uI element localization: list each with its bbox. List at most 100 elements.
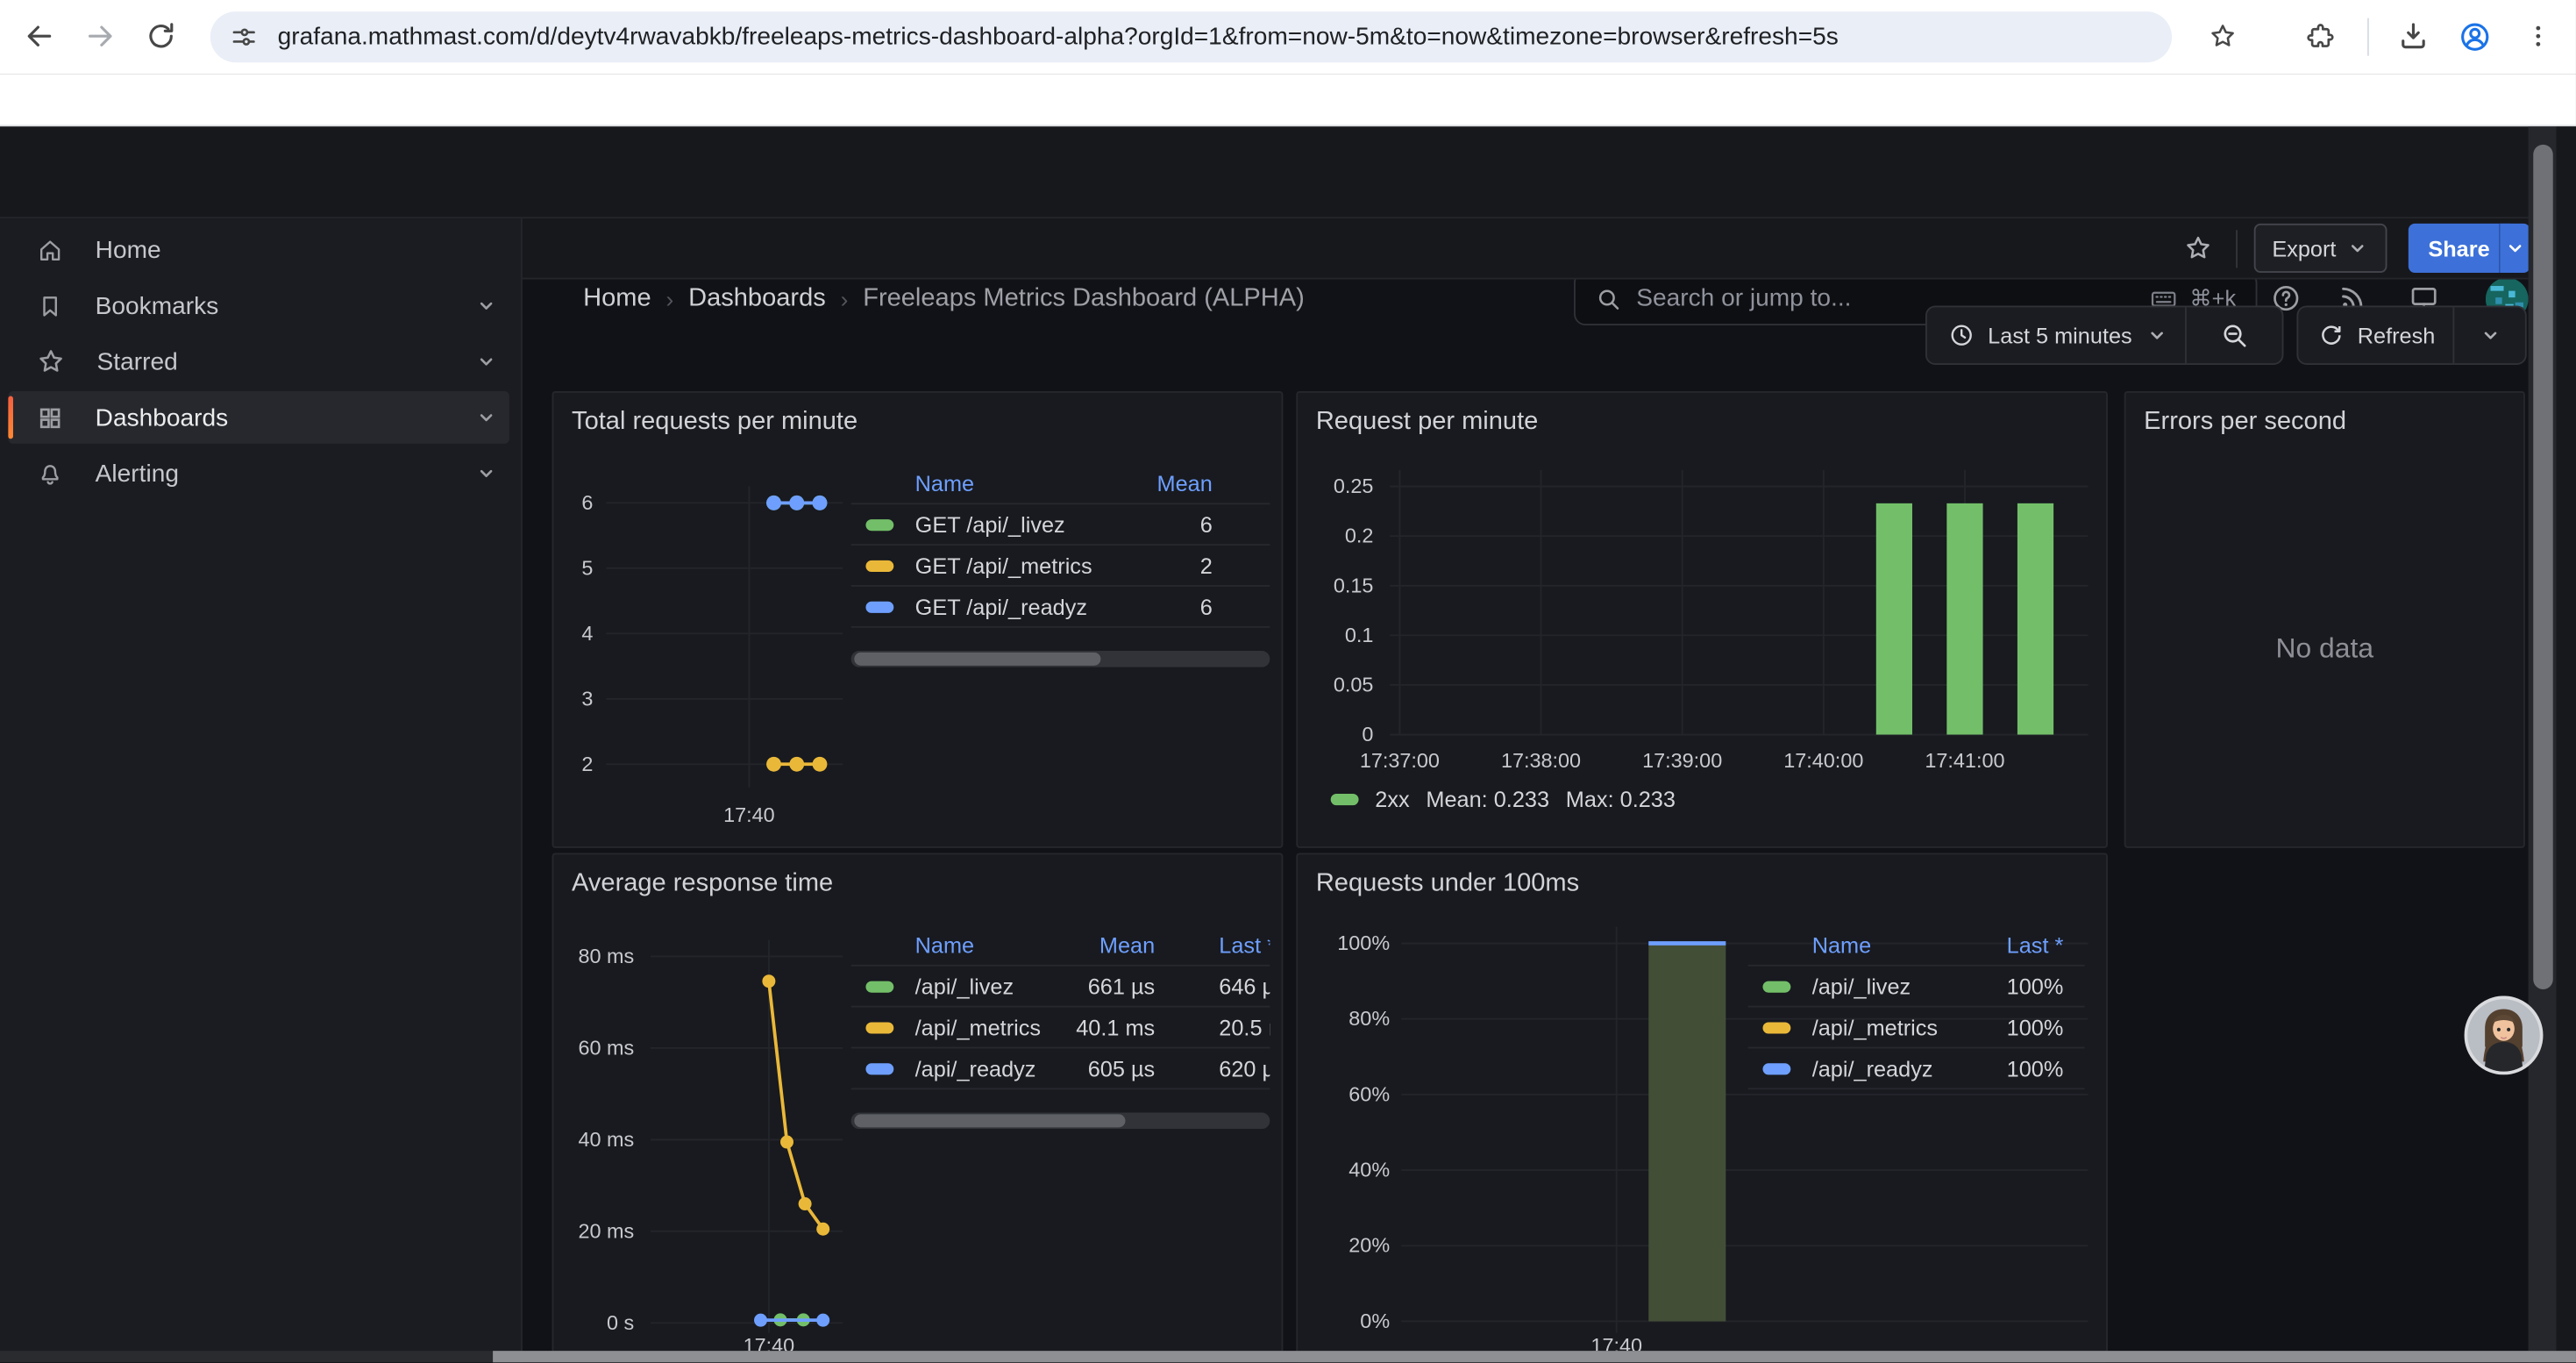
series-name: /api/_livez (915, 974, 1066, 998)
legend-row[interactable]: /api/_metrics 40.1 ms 20.5 ms (851, 1008, 1270, 1049)
svg-text:40 ms: 40 ms (578, 1128, 634, 1151)
legend-table[interactable]: NameMean GET /api/_livez 6 GET /api/_met… (851, 465, 1270, 667)
series-name: GET /api/_livez (915, 512, 1065, 537)
legend-row[interactable]: GET /api/_livez 6 (851, 504, 1270, 546)
series-name: /api/_readyz (1812, 1056, 1933, 1081)
series-name: /api/_livez (1812, 974, 1911, 998)
series-pill (1762, 981, 1790, 992)
clock-icon (1948, 322, 1975, 348)
panel-total-requests[interactable]: Total requests per minute 6543217:40 Nam… (552, 391, 1284, 848)
menu-kebab-icon[interactable] (2523, 21, 2553, 51)
series-pill (865, 1022, 893, 1033)
sidebar-item-starred[interactable]: Starred (8, 335, 509, 388)
series-name: 2xx (1375, 788, 1409, 812)
legend-hscroll-track[interactable] (851, 1112, 1270, 1129)
url-text[interactable]: grafana.mathmast.com/d/deytv4rwavabkb/fr… (278, 23, 1839, 51)
legend-row[interactable]: GET /api/_readyz 6 (851, 587, 1270, 628)
reload-icon[interactable] (145, 19, 177, 52)
sidebar-item-bookmarks[interactable]: Bookmarks (8, 280, 509, 332)
forward-icon[interactable] (84, 19, 117, 52)
star-icon (36, 346, 66, 376)
panel-errors-per-second[interactable]: Errors per second No data (2124, 391, 2525, 848)
sidebar: HomeBookmarksStarredDashboards Alerting (0, 218, 523, 1362)
bookmark-star-icon[interactable] (2208, 21, 2238, 51)
share-button[interactable]: Share (2409, 224, 2509, 273)
legend-row[interactable]: /api/_metrics 100% (1748, 1008, 2085, 1049)
panel-request-per-minute[interactable]: Request per minute 0.250.20.150.10.05017… (1296, 391, 2108, 848)
assistant-avatar[interactable] (2465, 995, 2544, 1074)
series-pill (865, 518, 893, 530)
breadcrumb-item[interactable]: Dashboards (688, 284, 826, 314)
svg-text:60 ms: 60 ms (578, 1036, 634, 1059)
vertical-scrollbar-thumb[interactable] (2532, 145, 2551, 989)
share-menu-button[interactable] (2499, 224, 2530, 273)
expand-chevron-icon[interactable] (470, 401, 502, 433)
time-range-label[interactable]: Last 5 minutes (1988, 323, 2132, 347)
address-bar[interactable]: grafana.mathmast.com/d/deytv4rwavabkb/fr… (210, 11, 2172, 62)
refresh-sync-icon[interactable] (2318, 322, 2345, 348)
expand-chevron-icon[interactable] (470, 345, 502, 377)
bookmarks-bar: Freeleaps收藏博客 (0, 74, 2576, 126)
chart-legend[interactable]: 2xx Mean: 0.233 Max: 0.233 (1331, 788, 1676, 812)
legend-row[interactable]: GET /api/_metrics 2 (851, 546, 1270, 587)
svg-text:17:40: 17:40 (723, 803, 775, 826)
downloads-icon[interactable] (2397, 19, 2430, 52)
svg-text:20 ms: 20 ms (578, 1219, 634, 1242)
breadcrumb-separator: › (826, 286, 863, 312)
horizontal-scrollbar-thumb[interactable] (493, 1351, 2576, 1362)
sidebar-item-dashboards[interactable]: Dashboards (8, 391, 509, 444)
svg-text:40%: 40% (1348, 1159, 1390, 1181)
legend-row[interactable]: /api/_readyz 100% (1748, 1048, 2085, 1089)
series-pill (1762, 1062, 1790, 1074)
group-divider (2185, 307, 2187, 363)
series-mean: 6 (1200, 594, 1213, 618)
chevron-down-icon (2504, 237, 2527, 260)
favorite-star-icon[interactable] (2183, 233, 2213, 263)
series-pill (865, 601, 893, 612)
svg-text:20%: 20% (1348, 1234, 1390, 1257)
panel-title: Errors per second (2144, 408, 2346, 438)
panel-average-response-time[interactable]: Average response time 80 ms60 ms40 ms20 … (552, 853, 1284, 1362)
expand-chevron-icon[interactable] (470, 289, 502, 322)
legend-row[interactable]: /api/_readyz 605 µs 620 µs (851, 1048, 1270, 1089)
legend-row[interactable]: /api/_livez 661 µs 646 µs (851, 967, 1270, 1008)
breadcrumb-item[interactable]: Home (583, 284, 651, 314)
svg-text:100%: 100% (1337, 931, 1390, 954)
legend-table[interactable]: NameMeanLast * /api/_livez 661 µs 646 µs… (851, 927, 1270, 1129)
sidebar-item-label: Alerting (96, 460, 179, 488)
legend-row[interactable]: /api/_livez 100% (1748, 967, 2085, 1008)
panel-requests-under-100ms[interactable]: Requests under 100ms 100%80%60%40%20%0%1… (1296, 853, 2108, 1362)
series-pill (1762, 1022, 1790, 1033)
browser-toolbar: grafana.mathmast.com/d/deytv4rwavabkb/fr… (0, 0, 2576, 74)
zoom-out-icon[interactable] (2219, 320, 2249, 350)
export-button[interactable]: Export (2254, 224, 2387, 273)
sidebar-item-alerting[interactable]: Alerting (8, 447, 509, 500)
series-name: /api/_metrics (1812, 1015, 1938, 1039)
expand-chevron-icon[interactable] (470, 457, 502, 489)
svg-text:17:41:00: 17:41:00 (1925, 749, 2004, 772)
refresh-label[interactable]: Refresh (2358, 323, 2436, 347)
svg-text:17:38:00: 17:38:00 (1501, 749, 1581, 772)
refresh-interval-chevron-icon[interactable] (2479, 324, 2501, 346)
apps-icon (36, 403, 64, 432)
chevron-down-icon[interactable] (2145, 324, 2168, 346)
site-info-icon[interactable] (230, 23, 258, 51)
svg-text:6: 6 (581, 491, 593, 514)
dashboard-actions-bar: Export Share (523, 218, 2576, 279)
screen: grafana.mathmast.com/d/deytv4rwavabkb/fr… (0, 0, 2576, 1362)
breadcrumb-item: Freeleaps Metrics Dashboard (ALPHA) (863, 284, 1305, 314)
extensions-icon[interactable] (2305, 21, 2337, 53)
profile-icon[interactable] (2458, 19, 2492, 54)
series-name: /api/_metrics (915, 1015, 1066, 1039)
svg-text:17:37:00: 17:37:00 (1360, 749, 1440, 772)
request-per-minute-chart: 0.250.20.150.10.05017:37:0017:38:0017:39… (1298, 393, 2110, 850)
legend-hscroll-track[interactable] (851, 651, 1270, 667)
export-label: Export (2272, 236, 2336, 260)
refresh-group: Refresh (2296, 306, 2526, 365)
legend-hscroll-thumb[interactable] (854, 653, 1100, 666)
sidebar-item-home[interactable]: Home (8, 224, 509, 276)
svg-text:2: 2 (581, 753, 593, 775)
back-icon[interactable] (23, 19, 55, 52)
legend-table[interactable]: NameLast * /api/_livez 100% /api/_metric… (1748, 927, 2085, 1089)
legend-hscroll-thumb[interactable] (854, 1114, 1125, 1127)
